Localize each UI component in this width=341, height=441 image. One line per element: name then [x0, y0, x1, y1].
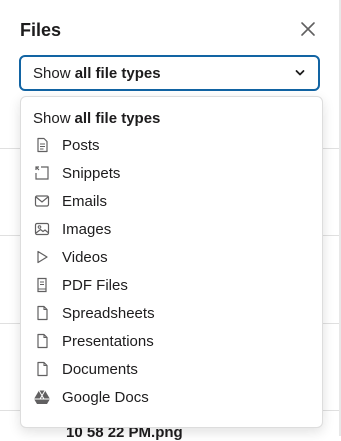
menu-item-videos[interactable]: Videos [21, 243, 322, 271]
menu-item-label: Documents [62, 360, 138, 378]
spreadsheet-icon [33, 304, 51, 322]
list-divider [0, 235, 20, 236]
panel-title: Files [20, 20, 62, 40]
list-divider [0, 410, 20, 411]
files-panel: 10 58 22 PM.png Files Show all file type… [0, 0, 341, 441]
list-divider [0, 323, 20, 324]
menu-header-value: all file types [74, 109, 161, 127]
google-drive-icon [33, 388, 51, 406]
list-divider [323, 410, 339, 411]
menu-item-label: Spreadsheets [62, 304, 155, 322]
close-button[interactable] [299, 20, 317, 38]
menu-item-label: Google Docs [62, 388, 149, 406]
menu-item-all-file-types[interactable]: Show all file types [21, 97, 322, 131]
menu-item-label: Presentations [62, 332, 154, 350]
video-icon [33, 248, 51, 266]
select-prefix: Show [33, 64, 75, 82]
select-value: all file types [74, 64, 161, 82]
menu-item-pdf-files[interactable]: PDF Files [21, 271, 322, 299]
list-divider [0, 148, 20, 149]
menu-item-label: Snippets [62, 164, 121, 182]
menu-item-presentations[interactable]: Presentations [21, 327, 322, 355]
list-divider [323, 235, 339, 236]
document-icon [33, 360, 51, 378]
menu-item-posts[interactable]: Posts [21, 131, 322, 159]
list-divider [323, 323, 339, 324]
list-divider [323, 148, 339, 149]
file-type-select-label: Show all file types [33, 65, 294, 82]
image-icon [33, 220, 51, 238]
snippet-icon [33, 164, 51, 182]
menu-item-label: Posts [62, 136, 100, 154]
close-icon [300, 21, 316, 37]
menu-item-label: Videos [62, 248, 108, 266]
menu-header-prefix: Show [33, 109, 71, 127]
email-icon [33, 192, 51, 210]
menu-item-emails[interactable]: Emails [21, 187, 322, 215]
file-type-select[interactable]: Show all file types [19, 55, 320, 91]
menu-item-snippets[interactable]: Snippets [21, 159, 322, 187]
file-type-menu: Show all file types Posts Snippets Email… [20, 96, 323, 428]
post-icon [33, 136, 51, 154]
menu-item-google-docs[interactable]: Google Docs [21, 383, 322, 411]
menu-item-label: Emails [62, 192, 108, 210]
menu-item-label: PDF Files [62, 276, 128, 294]
menu-item-images[interactable]: Images [21, 215, 322, 243]
presentation-icon [33, 332, 51, 350]
pdf-icon [33, 276, 51, 294]
menu-item-documents[interactable]: Documents [21, 355, 322, 383]
chevron-down-icon [294, 67, 306, 79]
menu-item-spreadsheets[interactable]: Spreadsheets [21, 299, 322, 327]
menu-item-label: Images [62, 220, 112, 238]
